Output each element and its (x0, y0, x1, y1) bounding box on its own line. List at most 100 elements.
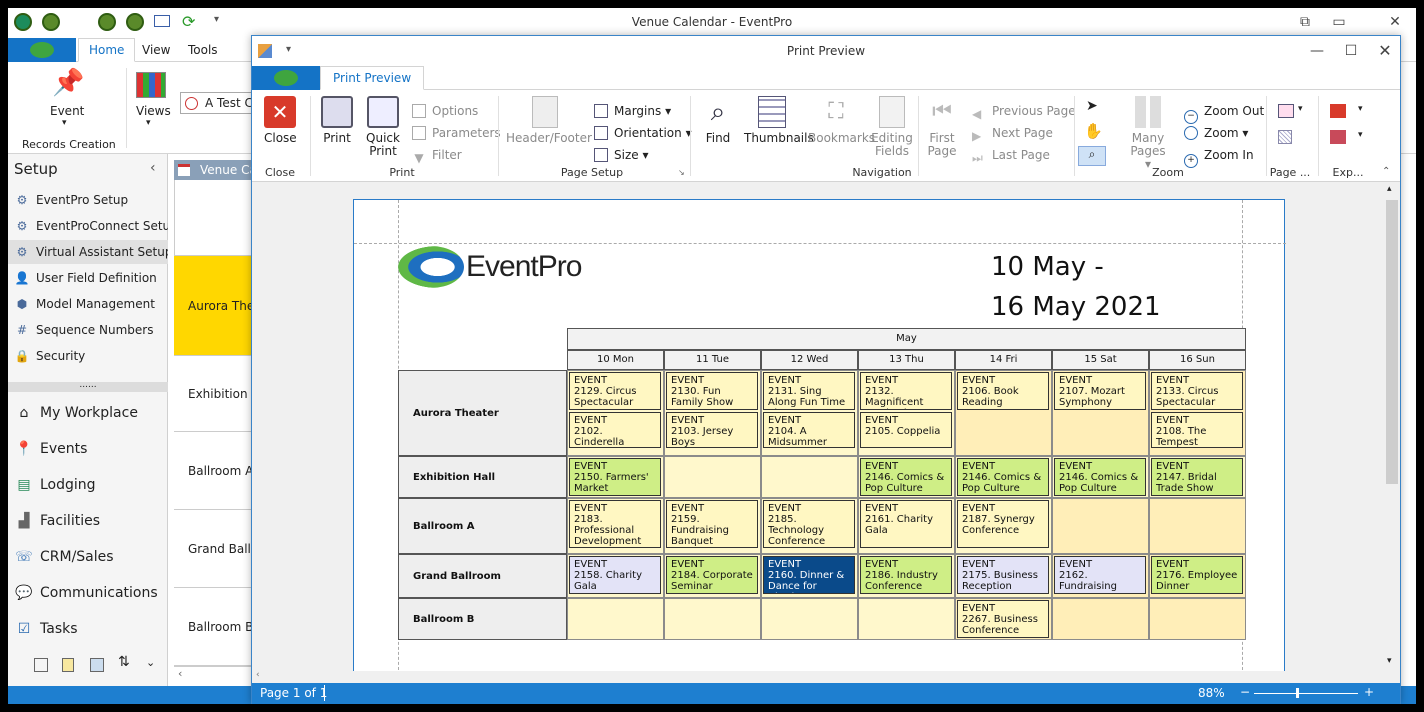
chat-icon: 💬 (15, 585, 33, 601)
find-button[interactable]: ⌕ Find (698, 96, 738, 145)
last-page-button[interactable]: ⏭ Last Page (972, 146, 1050, 165)
sidebar-splitter[interactable]: ...... (8, 381, 168, 392)
header-footer-button[interactable]: Header/Footer (506, 96, 592, 145)
calendar-cell (1149, 598, 1246, 640)
views-dropdown-icon[interactable]: ▾ (146, 118, 151, 128)
page-color-icon[interactable] (1278, 104, 1294, 118)
sidebar-item-sequence-numbers[interactable]: # Sequence Numbers (14, 318, 154, 342)
venue-row-exhibition[interactable]: Exhibition H (174, 356, 258, 432)
sort-icon[interactable]: ⇅ (118, 654, 130, 670)
size-button[interactable]: Size ▾ (594, 146, 648, 164)
export-dropdown-icon[interactable]: ▾ (1358, 104, 1363, 114)
last-page-icon: ⏭ (972, 151, 983, 165)
close-preview-button[interactable]: ✕ Close (264, 96, 297, 145)
sidebar-item-eventpro-setup[interactable]: ⚙ EventPro Setup (14, 188, 129, 212)
send-dropdown-icon[interactable]: ▾ (1358, 130, 1363, 140)
watermark-icon[interactable] (1278, 130, 1292, 144)
sidebar-item-virtual-assistant-setup[interactable]: ⚙ Virtual Assistant Setup (8, 240, 172, 264)
venue-row-grand-ballroom[interactable]: Grand Ballro (174, 510, 258, 588)
send-pdf-icon[interactable] (1330, 130, 1346, 144)
nav-crm-sales[interactable]: ☏ CRM/Sales (14, 542, 113, 572)
nav-my-workplace[interactable]: ⌂ My Workplace (14, 398, 138, 428)
magnifier-tool-icon[interactable]: ⌕ (1078, 146, 1106, 166)
export-pdf-icon[interactable] (1330, 104, 1346, 118)
orientation-button[interactable]: Orientation ▾ (594, 124, 692, 142)
collapse-sidebar-icon[interactable]: ‹ (150, 160, 156, 176)
zoom-out-button[interactable]: − Zoom Out (1184, 102, 1264, 124)
tab-tools[interactable]: Tools (188, 43, 218, 57)
pointer-icon[interactable]: ➤ (1086, 98, 1098, 114)
find-label: Find (705, 131, 731, 145)
thumbnails-button[interactable]: Thumbnails (744, 96, 814, 145)
sidebar-item-user-field-definition[interactable]: 👤 User Field Definition (14, 266, 157, 290)
venue-row-ballroom-a[interactable]: Ballroom A (174, 432, 258, 510)
editing-fields-button[interactable]: Editing Fields (870, 96, 914, 158)
minimize-button[interactable]: ▭ (1328, 12, 1350, 32)
zoom-plus-button[interactable]: + (1364, 685, 1374, 699)
sidebar-item-security[interactable]: 🔒 Security (14, 344, 86, 368)
quick-print-button[interactable]: Quick Print (364, 96, 402, 158)
dialog-minimize-button[interactable]: — (1306, 41, 1328, 61)
more-nav-icon[interactable]: ⌄ (146, 656, 155, 669)
options-button[interactable]: Options (412, 102, 478, 120)
ribbon-collapse-icon[interactable]: ⌃ (1382, 166, 1390, 177)
scroll-up-icon[interactable]: ▴ (1387, 184, 1392, 194)
event-title: 2175. Business Reception (962, 570, 1038, 592)
parameters-button[interactable]: Parameters (412, 124, 501, 142)
many-pages-button[interactable]: Many Pages ▾ (1116, 96, 1180, 171)
tab-home[interactable]: Home (78, 38, 136, 62)
page-setup-launcher-icon[interactable]: ↘ (678, 168, 685, 177)
nav-tasks[interactable]: ☑ Tasks (14, 614, 78, 644)
vertical-scrollbar[interactable]: ▴ ▾ (1384, 182, 1400, 671)
nav-events[interactable]: 📍 Events (14, 434, 87, 464)
next-page-button[interactable]: ▶ Next Page (972, 124, 1053, 143)
nav-facilities[interactable]: ▟ Facilities (14, 506, 100, 536)
first-label-1: First (929, 131, 955, 145)
zoom-button[interactable]: Zoom ▾ (1184, 124, 1248, 142)
tab-view[interactable]: View (142, 43, 170, 57)
pushpin-icon[interactable]: 📌 (52, 68, 84, 98)
calendar-cell (761, 456, 858, 498)
calendar-event: EVENT 2147. Bridal Trade Show (1151, 458, 1243, 496)
nav-communications[interactable]: 💬 Communications (14, 578, 157, 608)
first-page-button[interactable]: ⏮ First Page (924, 96, 960, 158)
calculator-icon[interactable] (34, 658, 48, 672)
bookmarks-button[interactable]: ⛶ Bookmarks (808, 96, 875, 145)
sidebar-item-model-management[interactable]: ⬢ Model Management (14, 292, 155, 316)
print-button[interactable]: Print (320, 96, 354, 145)
zoom-minus-button[interactable]: − (1240, 685, 1250, 699)
filter-button[interactable]: ▼ Filter (412, 146, 461, 165)
reports-icon[interactable] (90, 658, 104, 672)
restore-icon[interactable]: ⧉ (1294, 12, 1316, 32)
gears-icon: ⚙ (16, 193, 28, 207)
previous-page-icon: ◀ (972, 107, 982, 121)
notes-icon[interactable] (62, 658, 74, 672)
venue-row-aurora[interactable]: Aurora Theat (174, 256, 258, 356)
zoom-slider-track[interactable] (1254, 693, 1358, 694)
scroll-down-icon[interactable]: ▾ (1387, 656, 1392, 666)
zoom-slider-thumb[interactable] (1296, 688, 1299, 698)
calendar-hscroll-left-icon[interactable]: ‹ (174, 666, 258, 682)
tab-print-preview[interactable]: Print Preview (320, 66, 425, 90)
horizontal-scrollbar[interactable]: ‹ (252, 670, 1400, 683)
sidebar-item-eventproconnect-setup[interactable]: ⚙ EventProConnect Setup (14, 214, 178, 238)
file-tab[interactable] (8, 38, 76, 62)
preview-canvas[interactable]: EventPro 10 May - 16 May 2021 May 10 Mon 1… (252, 182, 1384, 671)
page-color-dropdown-icon[interactable]: ▾ (1298, 104, 1303, 114)
views-button[interactable]: Views (136, 104, 171, 118)
hscroll-left-icon[interactable]: ‹ (256, 670, 260, 680)
close-button[interactable]: ✕ (1384, 12, 1406, 32)
scroll-thumb[interactable] (1386, 200, 1398, 484)
nav-lodging[interactable]: ▤ Lodging (14, 470, 95, 500)
dialog-close-button[interactable]: ✕ (1374, 41, 1396, 61)
venue-row-ballroom-b[interactable]: Ballroom B (174, 588, 258, 666)
previous-page-button[interactable]: ◀ Previous Page (972, 102, 1076, 121)
event-dropdown-icon[interactable]: ▾ (62, 118, 67, 128)
dialog-file-tab[interactable] (252, 66, 320, 90)
hand-tool-icon[interactable]: ✋ (1084, 122, 1103, 140)
dialog-maximize-button[interactable]: ☐ (1340, 41, 1362, 61)
views-icon[interactable] (136, 72, 166, 98)
event-button[interactable]: Event (50, 104, 84, 118)
margins-button[interactable]: Margins ▾ (594, 102, 671, 120)
zoom-in-button[interactable]: + Zoom In (1184, 146, 1254, 168)
